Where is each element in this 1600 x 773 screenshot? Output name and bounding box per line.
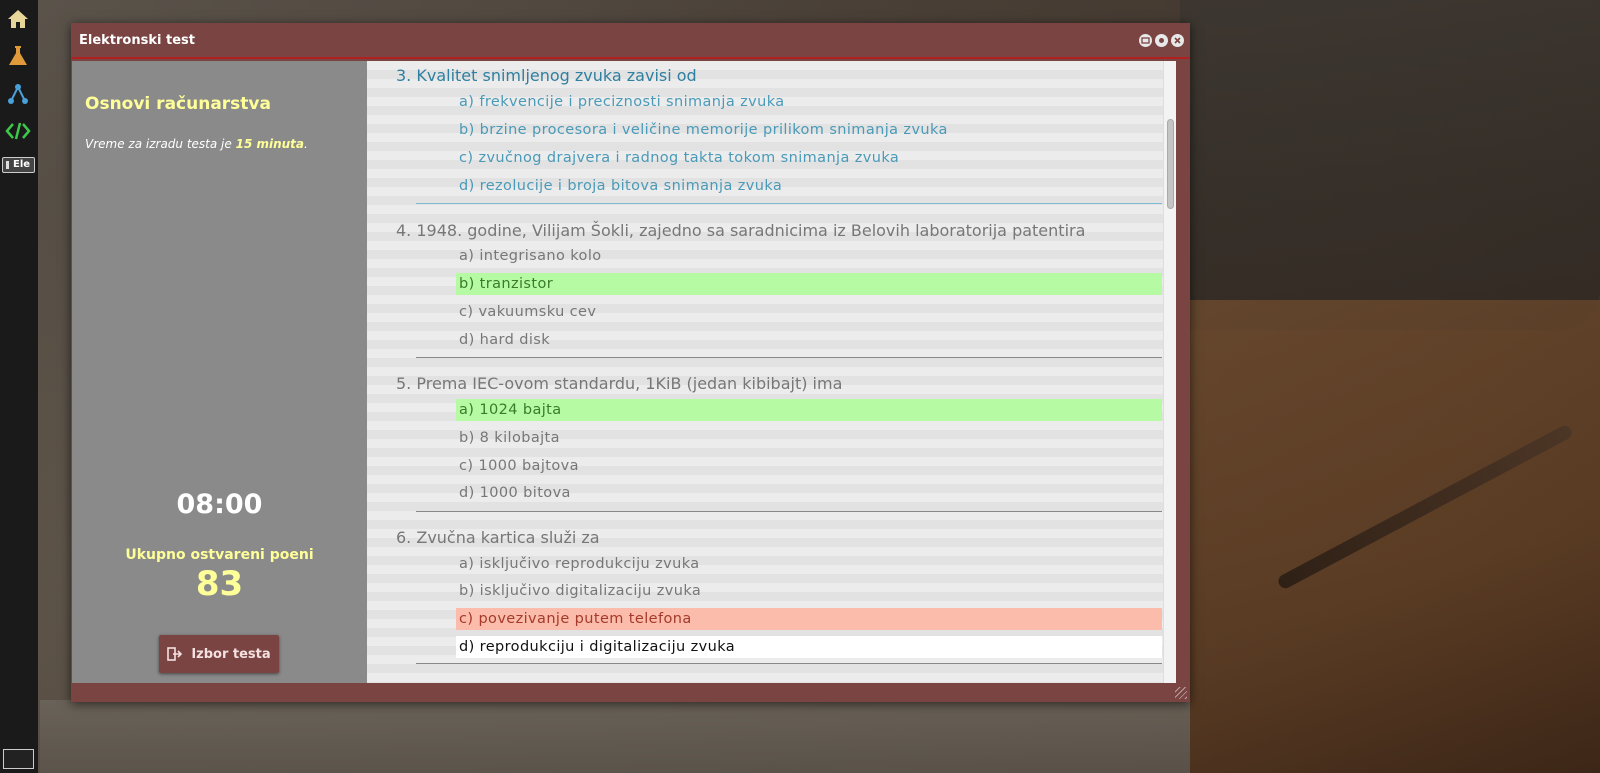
answer-option[interactable]: b) 8 kilobajta (456, 427, 1162, 449)
points-value: 83 (195, 564, 244, 604)
answer-option-correct[interactable]: b) tranzistor (456, 273, 1162, 295)
exit-icon (167, 647, 183, 661)
answer-option-wrong[interactable]: c) povezivanje putem telefona (456, 608, 1162, 630)
home-icon[interactable] (4, 5, 32, 33)
answer-option[interactable]: d) 1000 bitova (456, 482, 1162, 504)
window-titlebar[interactable]: Elektronski test (71, 23, 1190, 59)
window-body: Osnovi računarstva Vreme za izradu testa… (72, 61, 1189, 683)
answer-option[interactable]: d) rezolucije i broja bitova snimanja zv… (456, 175, 1162, 197)
active-app-label[interactable]: Ele (2, 157, 35, 173)
question-separator (416, 511, 1162, 512)
answer-option[interactable]: d) hard disk (456, 329, 1162, 351)
answer-option[interactable]: c) 1000 bajtova (456, 455, 1162, 477)
test-sidebar: Osnovi računarstva Vreme za izradu testa… (72, 61, 367, 683)
questions-scrollbar[interactable] (1163, 61, 1176, 683)
time-note-prefix: Vreme za izradu testa je (85, 137, 236, 151)
background-paper (40, 700, 1190, 773)
choose-test-button[interactable]: Izbor testa (159, 635, 279, 673)
question-title: 5. Prema IEC-ovom standardu, 1KiB (jedan… (396, 374, 843, 393)
scrollbar-thumb[interactable] (1167, 119, 1174, 209)
maximize-icon[interactable] (1155, 34, 1168, 47)
network-icon[interactable] (4, 80, 32, 108)
question-title: 4. 1948. godine, Vilijam Šokli, zajedno … (396, 221, 1086, 240)
question-title: 3. Kvalitet snimljenog zvuka zavisi od (396, 66, 697, 85)
time-limit-note: Vreme za izradu testa je 15 minuta. (85, 137, 308, 151)
question-separator (416, 357, 1162, 358)
countdown-timer: 08:00 (176, 489, 263, 520)
answer-option[interactable]: a) integrisano kolo (456, 245, 1162, 267)
background-pages (1190, 300, 1600, 773)
answer-option-correct[interactable]: a) 1024 bajta (456, 399, 1162, 421)
time-note-value: 15 minuta (235, 137, 305, 151)
resize-grip-icon[interactable] (1175, 687, 1187, 699)
course-title: Osnovi računarstva (85, 94, 271, 114)
flask-icon[interactable] (4, 42, 32, 70)
question-separator (416, 203, 1162, 204)
answer-option-selected[interactable]: d) reprodukciju i digitalizaciju zvuka (456, 636, 1162, 658)
background-book (1180, 0, 1600, 330)
answer-option[interactable]: b) isključivo digitalizaciju zvuka (456, 580, 1162, 602)
app-dock: Ele (0, 0, 38, 773)
question-separator (416, 663, 1162, 664)
test-window: Elektronski test Osnovi računarstva Vrem… (71, 23, 1190, 702)
minimize-icon[interactable] (1139, 34, 1152, 47)
choose-test-label: Izbor testa (191, 646, 271, 662)
question-title: 6. Zvučna kartica služi za (396, 528, 600, 547)
dock-bottom-button[interactable] (3, 749, 34, 769)
questions-panel[interactable]: 3. Kvalitet snimljenog zvuka zavisi od a… (367, 61, 1176, 683)
code-icon[interactable] (4, 117, 32, 145)
answer-option[interactable]: a) isključivo reprodukciju zvuka (456, 553, 1162, 575)
window-title: Elektronski test (79, 32, 195, 48)
answer-option[interactable]: b) brzine procesora i veličine memorije … (456, 119, 1162, 141)
answer-option[interactable]: c) zvučnog drajvera i radnog takta tokom… (456, 147, 1162, 169)
time-note-suffix: . (304, 137, 308, 151)
answer-option[interactable]: a) frekvencije i preciznosti snimanja zv… (456, 91, 1162, 113)
window-controls (1139, 34, 1184, 47)
answer-option[interactable]: c) vakuumsku cev (456, 301, 1162, 323)
points-label: Ukupno ostvareni poeni (125, 547, 314, 563)
close-icon[interactable] (1171, 34, 1184, 47)
